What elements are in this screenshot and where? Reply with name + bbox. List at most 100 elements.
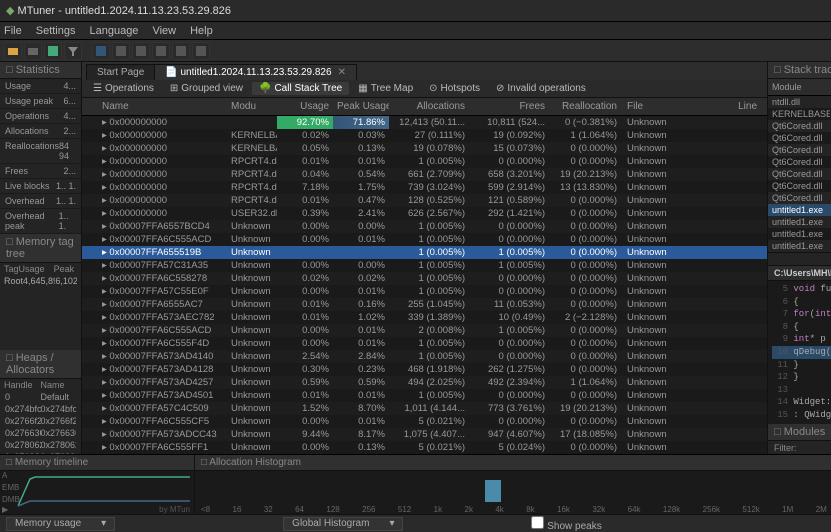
heap-row[interactable]: 0Default: [0, 391, 81, 403]
table-row[interactable]: ▸ 0x00007FFA57C31A35 Unknown 0.00%0.00% …: [82, 259, 767, 272]
stack-row[interactable]: Qt6Cored.dll 0x0007C21E Unknown 0 Unknow…: [768, 192, 831, 204]
table-row[interactable]: ▸ 0x00007FFA573AEC782 Unknown 0.01%1.02%…: [82, 311, 767, 324]
table-header: Name Modu Usage Peak Usage Allocations F…: [82, 98, 767, 116]
view-callstack[interactable]: 🌳 Call Stack Tree: [252, 82, 349, 95]
stack-row[interactable]: Qt6Cored.dll 0x000F8791 Unknown 0 Unknow…: [768, 168, 831, 180]
open-icon[interactable]: [4, 42, 22, 60]
menu-language[interactable]: Language: [89, 25, 138, 37]
global-histogram-combo[interactable]: Global Histogram ▾: [283, 517, 403, 531]
stack-nav[interactable]: Stack trace: < 1 > of 8: [768, 252, 831, 265]
menu-file[interactable]: File: [4, 25, 22, 37]
stack-row[interactable]: Qt6Cored.dll 0x000FC373 Unknown 0 Unknow…: [768, 132, 831, 144]
heap-row[interactable]: 0x2766f210...0x2766f210...: [0, 415, 81, 427]
table-row[interactable]: ▸ 0x000000000 RPCRT4.dll 0.01%0.01% 1 (0…: [82, 155, 767, 168]
stack-row[interactable]: untitled1.exe Widget::Widget(class QWidg…: [768, 216, 831, 228]
tool-icon-4[interactable]: [152, 42, 170, 60]
table-row[interactable]: ▸ 0x000000000 92.70%71.86% 12,413 (50.11…: [82, 116, 767, 129]
tool-icon-5[interactable]: [172, 42, 190, 60]
stat-row: Reallocations84 94: [0, 139, 81, 164]
table-row[interactable]: ▸ 0x00007FFA6C555ACD Unknown 0.00%0.01% …: [82, 324, 767, 337]
stack-row[interactable]: untitled1.exe main widget.cpp 8 C:...: [768, 228, 831, 240]
heap-row[interactable]: 0x278062a0...0x278062a0: [0, 439, 81, 451]
table-row[interactable]: ▸ 0x00007FFA573AD4140 Unknown 2.54%2.84%…: [82, 350, 767, 363]
stack-row[interactable]: KERNELBASE.dll 0x00059F88 Unknown 0 Unkn…: [768, 108, 831, 120]
histogram-header: □ Allocation Histogram: [195, 455, 831, 471]
table-row[interactable]: ▸ 0x000000000 KERNELBA 0.05%0.13% 19 (0.…: [82, 142, 767, 155]
table-row[interactable]: ▸ 0x00007FFA573ADCC43 Unknown 9.44%8.17%…: [82, 428, 767, 441]
table-row[interactable]: ▸ 0x00007FFA6C558278 Unknown 0.02%0.02% …: [82, 272, 767, 285]
stack-row[interactable]: Qt6Cored.dll 0x000EFC18C Unknown 0 Unkno…: [768, 120, 831, 132]
stat-row: Operations4...: [0, 109, 81, 124]
table-row[interactable]: ▸ 0x00007FFA57C4C509 Unknown 1.52%8.70% …: [82, 402, 767, 415]
menu-help[interactable]: Help: [190, 25, 213, 37]
table-row[interactable]: ▸ 0x00007FFA6557BCD4 Unknown 0.00%0.00% …: [82, 220, 767, 233]
table-row[interactable]: ▸ 0x000000000 RPCRT4.dll 0.01%0.47% 128 …: [82, 194, 767, 207]
table-row[interactable]: ▸ 0x00007FFA573AD4257 Unknown 0.59%0.59%…: [82, 376, 767, 389]
stack-trace-header: □ Stack trace: [768, 62, 831, 79]
table-row[interactable]: ▸ 0x00007FFA6C555CF5 Unknown 0.00%0.01% …: [82, 415, 767, 428]
heap-row[interactable]: 0x274bfce00x274bfce0: [0, 403, 81, 415]
table-row[interactable]: ▸ 0x00007FFA6555AC7 Unknown 0.01%0.16% 2…: [82, 298, 767, 311]
table-row[interactable]: ▸ 0x000000000 KERNELBA 0.02%0.03% 27 (0.…: [82, 129, 767, 142]
table-row[interactable]: ▸ 0x000000000 RPCRT4.dll 7.18%1.75% 739 …: [82, 181, 767, 194]
table-row[interactable]: ▸ 0x000000000 RPCRT4.dll 0.04%0.54% 661 …: [82, 168, 767, 181]
statistics-header: □ Statistics: [0, 62, 81, 79]
tagtree-header: □ Memory tag tree: [0, 234, 81, 263]
table-row[interactable]: ▸ 0x00007FFA6C555ACD Unknown 0.00%0.01% …: [82, 233, 767, 246]
tagtree-row[interactable]: Root 4,645,89... 6,102...: [0, 275, 81, 287]
view-grouped[interactable]: ⊞ Grouped view: [163, 82, 250, 95]
menu-settings[interactable]: Settings: [36, 25, 76, 37]
source-view: 5 void fun()6 {7 for(int i = 0; i < 1024…: [768, 280, 831, 424]
window-titlebar: ◆ MTuner - untitled1.2024.11.13.23.53.29…: [0, 0, 831, 22]
status-bar: Memory usage ▾ Global Histogram ▾ Show p…: [0, 514, 831, 532]
stat-row: Allocations2...: [0, 124, 81, 139]
view-hotspots[interactable]: ⊙ Hotspots: [422, 82, 487, 95]
show-peaks-checkbox[interactable]: Show peaks: [531, 516, 601, 532]
stat-row: Usage4...: [0, 79, 81, 94]
window-title: untitled1.2024.11.13.23.53.29.826: [65, 5, 231, 17]
stat-row: Overhead peak1.. 1.: [0, 209, 81, 234]
table-row[interactable]: ▸ 0x00007FFA57C55E0F Unknown 0.00%0.01% …: [82, 285, 767, 298]
tool-icon-3[interactable]: [132, 42, 150, 60]
memory-usage-combo[interactable]: Memory usage ▾: [6, 517, 115, 531]
table-row[interactable]: ▸ 0x00007FFA573AD4128 Unknown 0.30%0.23%…: [82, 363, 767, 376]
table-row[interactable]: ▸ 0x000000000 USER32.dll 0.39%2.41% 626 …: [82, 207, 767, 220]
tool-icon-2[interactable]: [112, 42, 130, 60]
view-invalid[interactable]: ⊘ Invalid operations: [489, 82, 593, 95]
tab-active-file[interactable]: 📄 untitled1.2024.11.13.23.53.29.826✕: [154, 64, 357, 80]
stack-row[interactable]: Qt6Cored.dll 0x0000C0FF Unknown 0 Unknow…: [768, 156, 831, 168]
modules-filter[interactable]: Filter:: [768, 441, 831, 454]
stack-row[interactable]: Qt6Cored.dll 0x000F8489 Unknown 0 Unknow…: [768, 180, 831, 192]
memory-timeline-graph[interactable]: A EMB DMB ▶ by MTun: [0, 471, 194, 514]
source-path: C:\Users\MH\Documents\untitled1\widget.c…: [768, 265, 831, 280]
menu-view[interactable]: View: [152, 25, 176, 37]
heaps-header: □ Heaps / Allocators: [0, 350, 81, 379]
close-icon[interactable]: ✕: [338, 67, 346, 78]
stat-row: Live blocks1.. 1.: [0, 179, 81, 194]
view-treemap[interactable]: ▦ Tree Map: [351, 82, 420, 95]
table-row[interactable]: ▸ 0x00007FFA6C555FF1 Unknown 0.00%0.13% …: [82, 441, 767, 454]
close-file-icon[interactable]: [24, 42, 42, 60]
stat-row: Usage peak6...: [0, 94, 81, 109]
tool-icon-1[interactable]: [92, 42, 110, 60]
heap-row[interactable]: 0x276636e0...0x276636e0: [0, 427, 81, 439]
stack-row[interactable]: ntdll.dll 0x000F0BFD Unknown 0 Unknown: [768, 96, 831, 108]
heap-row[interactable]: 0x276820a0...0x276820a0: [0, 451, 81, 454]
stat-row: Frees2...: [0, 164, 81, 179]
toolbar: [0, 40, 831, 62]
histogram-graph[interactable]: <81632641282565121k2k4k8k16k32k64k128k25…: [195, 471, 831, 514]
memory-timeline-header: □ Memory timeline: [0, 455, 194, 471]
tool-icon-6[interactable]: [192, 42, 210, 60]
stack-row[interactable]: untitled1.exe static int qtEntryPoint() …: [768, 240, 831, 252]
tab-start-page[interactable]: Start Page: [86, 64, 155, 80]
stat-row: Overhead1.. 1.: [0, 194, 81, 209]
table-row[interactable]: ▸ 0x00007FFA573AD4501 Unknown 0.01%0.01%…: [82, 389, 767, 402]
save-icon[interactable]: [44, 42, 62, 60]
view-operations[interactable]: ☰ Operations: [86, 82, 161, 95]
stack-row[interactable]: Qt6Cored.dll 0x000F7492 Unknown 0 Unknow…: [768, 144, 831, 156]
app-name: MTuner: [18, 5, 56, 17]
table-row[interactable]: ▸ 0x00007FFA6C555F4D Unknown 0.00%0.01% …: [82, 337, 767, 350]
table-row[interactable]: ▸ 0x00007FFA655519B Unknown 1 (0.005%) 1…: [82, 246, 767, 259]
filter-icon[interactable]: [64, 42, 82, 60]
stack-row[interactable]: untitled1.exe void fun(void) widget.cpp …: [768, 204, 831, 216]
